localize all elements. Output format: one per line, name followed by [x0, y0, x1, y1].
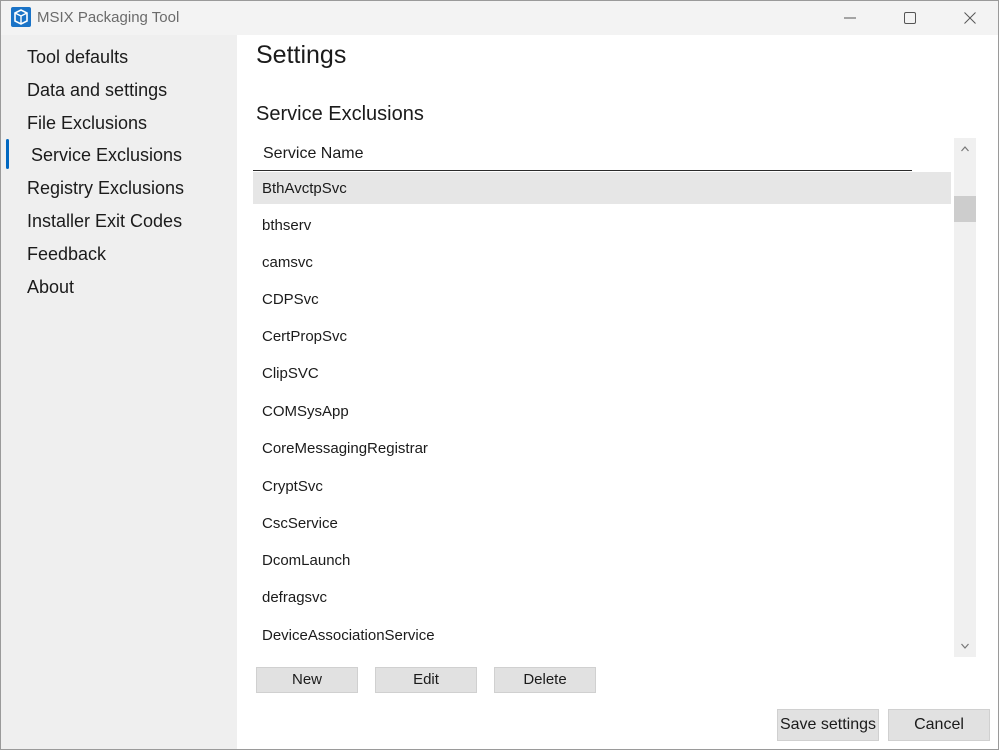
list-item[interactable]: camsvc: [253, 246, 951, 278]
sidebar-item-tool-defaults[interactable]: Tool defaults: [27, 44, 128, 70]
list-item-label: CDPSvc: [262, 291, 319, 308]
sidebar-item-feedback[interactable]: Feedback: [27, 241, 106, 267]
list-item[interactable]: DcomLaunch: [253, 544, 951, 576]
list-item-label: DeviceAssociationService: [262, 627, 435, 644]
window-title: MSIX Packaging Tool: [37, 9, 180, 26]
list-item[interactable]: CryptSvc: [253, 470, 951, 502]
section-title: Service Exclusions: [256, 103, 424, 125]
edit-button[interactable]: Edit: [375, 667, 477, 693]
vertical-scrollbar[interactable]: [954, 138, 976, 657]
delete-button[interactable]: Delete: [494, 667, 596, 693]
close-button[interactable]: [947, 1, 993, 35]
sidebar-item-about[interactable]: About: [27, 274, 74, 300]
sidebar-item-data-and-settings[interactable]: Data and settings: [27, 77, 167, 103]
list-item[interactable]: COMSysApp: [253, 395, 951, 427]
list-item-label: CscService: [262, 515, 338, 532]
list-item[interactable]: CDPSvc: [253, 283, 951, 315]
page-title: Settings: [256, 41, 347, 69]
service-name-column-header[interactable]: Service Name: [253, 138, 912, 171]
scroll-up-button[interactable]: [954, 138, 976, 160]
msix-app-icon: [11, 7, 31, 27]
new-button[interactable]: New: [256, 667, 358, 693]
list-item[interactable]: CoreMessagingRegistrar: [253, 432, 951, 464]
scroll-down-button[interactable]: [954, 635, 976, 657]
save-settings-button[interactable]: Save settings: [777, 709, 879, 741]
list-item[interactable]: BthAvctpSvc: [253, 172, 951, 204]
maximize-button[interactable]: [887, 1, 933, 35]
scroll-thumb[interactable]: [954, 196, 976, 222]
column-header-label: Service Name: [263, 145, 364, 162]
list-item[interactable]: bthserv: [253, 209, 951, 241]
list-item[interactable]: DeviceAssociationService: [253, 619, 951, 651]
list-item-label: DcomLaunch: [262, 552, 351, 569]
close-icon: [964, 12, 976, 24]
app-window: MSIX Packaging Tool Tool defaults Data a…: [0, 0, 999, 750]
list-item-label: COMSysApp: [262, 403, 349, 420]
chevron-up-icon: [961, 146, 969, 152]
sidebar-item-registry-exclusions[interactable]: Registry Exclusions: [27, 175, 184, 201]
list-item[interactable]: CscService: [253, 507, 951, 539]
selected-nav-indicator: [6, 139, 9, 169]
sidebar-item-file-exclusions[interactable]: File Exclusions: [27, 110, 147, 136]
minimize-icon: [844, 17, 856, 19]
list-item-label: bthserv: [262, 217, 312, 234]
list-item[interactable]: defragsvc: [253, 581, 951, 613]
chevron-down-icon: [961, 643, 969, 649]
service-exclusions-list[interactable]: BthAvctpSvc bthserv camsvc CDPSvc CertPr…: [253, 171, 953, 657]
settings-main-panel: Settings Service Exclusions Service Name…: [237, 35, 998, 749]
list-item-label: CryptSvc: [262, 478, 323, 495]
list-item-label: CoreMessagingRegistrar: [262, 440, 428, 457]
title-bar[interactable]: MSIX Packaging Tool: [1, 1, 998, 35]
cancel-button[interactable]: Cancel: [888, 709, 990, 741]
list-item-label: camsvc: [262, 254, 313, 271]
sidebar-item-service-exclusions[interactable]: Service Exclusions: [31, 142, 182, 168]
list-item-label: BthAvctpSvc: [262, 180, 347, 197]
list-item-label: ClipSVC: [262, 365, 319, 382]
list-item-label: defragsvc: [262, 589, 328, 606]
minimize-button[interactable]: [827, 1, 873, 35]
list-item-label: CertPropSvc: [262, 328, 348, 345]
sidebar-item-installer-exit-codes[interactable]: Installer Exit Codes: [27, 208, 182, 234]
settings-sidebar: Tool defaults Data and settings File Exc…: [1, 35, 237, 749]
list-item[interactable]: CertPropSvc: [253, 320, 951, 352]
maximize-icon: [904, 12, 916, 24]
list-item[interactable]: ClipSVC: [253, 357, 951, 389]
